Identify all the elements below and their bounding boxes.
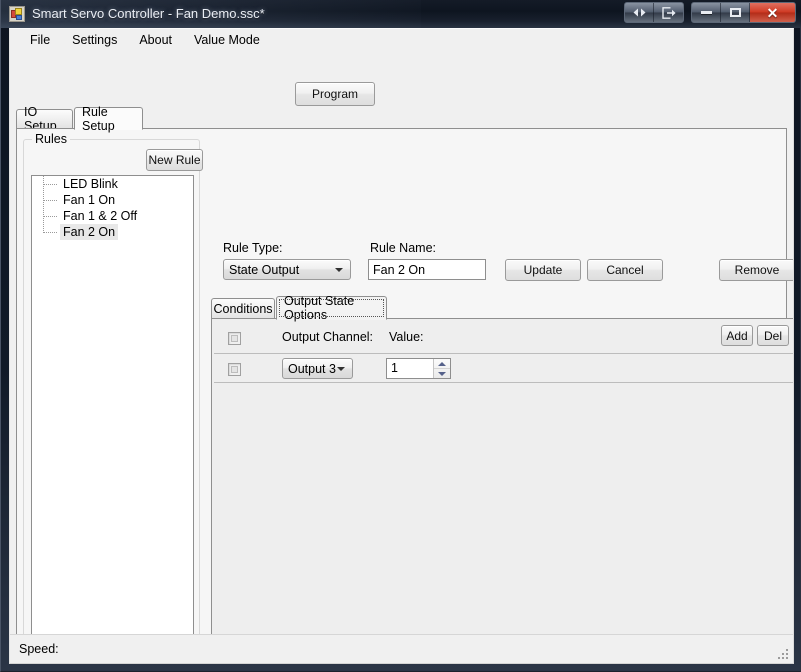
list-item[interactable]: Fan 1 & 2 Off [32, 208, 193, 224]
new-rule-button[interactable]: New Rule [146, 149, 203, 171]
main-tab-strip: IO Setup Rule Setup [16, 105, 787, 133]
window-controls-group: ✕ [691, 2, 796, 23]
list-item-selected[interactable]: Fan 2 On [32, 224, 193, 240]
resize-grip[interactable] [776, 647, 790, 661]
rule-name-input[interactable]: Fan 2 On [368, 259, 486, 280]
rule-detail-tab-strip: Conditions Output State Options [211, 294, 793, 322]
grid-header-row: Output Channel: Value: [214, 323, 793, 353]
program-button[interactable]: Program [295, 82, 375, 106]
tree-item-label: Fan 2 On [60, 224, 119, 240]
column-header-output-channel: Output Channel: [282, 330, 374, 344]
exit-window-icon[interactable] [654, 3, 683, 22]
output-channel-select[interactable]: Output 3 [282, 358, 353, 379]
value-stepper-value: 1 [391, 361, 398, 375]
menu-item-value-mode[interactable]: Value Mode [183, 30, 271, 50]
rule-name-label: Rule Name: [370, 241, 436, 255]
select-all-checkbox[interactable] [228, 332, 241, 345]
rules-group-label: Rules [32, 132, 70, 146]
close-icon[interactable]: ✕ [750, 3, 795, 22]
status-bar: Speed: [10, 634, 793, 663]
rule-type-value: State Output [229, 262, 300, 277]
row-select-checkbox[interactable] [228, 363, 241, 376]
resize-arrows-icon[interactable] [625, 3, 654, 22]
client-area: File Settings About Value Mode Program I… [9, 28, 794, 664]
application-window: Smart Servo Controller - Fan Demo.ssc* ✕… [0, 0, 801, 672]
menu-item-about[interactable]: About [128, 30, 183, 50]
output-state-options-tab-page: Add Del Output Channel: Value: Output 3 … [211, 318, 793, 663]
title-bar[interactable]: Smart Servo Controller - Fan Demo.ssc* ✕ [1, 0, 801, 28]
menu-item-file[interactable]: File [19, 30, 61, 50]
maximize-icon[interactable] [721, 3, 750, 22]
tab-io-setup[interactable]: IO Setup [16, 105, 73, 133]
column-header-value: Value: [389, 330, 424, 344]
list-item[interactable]: Fan 1 On [32, 192, 193, 208]
chevron-down-icon [335, 267, 343, 272]
rule-name-value: Fan 2 On [373, 262, 426, 277]
menu-bar: File Settings About Value Mode [10, 29, 793, 51]
tab-conditions-label: Conditions [213, 301, 273, 316]
focus-rectangle [279, 299, 384, 317]
tree-item-label: Fan 1 On [63, 193, 116, 207]
rule-detail-tab-control: Conditions Output State Options Add Del [211, 294, 793, 663]
stepper-up-icon[interactable] [434, 359, 450, 369]
rules-group-box: Rules New Rule LED Blink Fan 1 On Fan 1 … [23, 132, 203, 649]
tab-conditions[interactable]: Conditions [211, 298, 275, 318]
rule-type-select[interactable]: State Output [223, 259, 351, 280]
list-item[interactable]: LED Blink [32, 176, 193, 192]
chevron-down-icon [337, 366, 345, 371]
remove-button[interactable]: Remove [719, 259, 793, 281]
table-row: Output 3 1 [214, 353, 793, 383]
main-tab-control: IO Setup Rule Setup Rules New Rule LED B… [16, 105, 793, 663]
rule-setup-tab-page: Rules New Rule LED Blink Fan 1 On Fan 1 … [16, 128, 793, 663]
value-stepper-buttons [433, 359, 450, 378]
stepper-down-icon[interactable] [434, 369, 450, 378]
menu-item-settings[interactable]: Settings [61, 30, 128, 50]
tree-item-label: LED Blink [63, 177, 118, 191]
update-button[interactable]: Update [505, 259, 581, 281]
cancel-button[interactable]: Cancel [587, 259, 663, 281]
status-speed-label: Speed: [19, 642, 59, 656]
value-stepper[interactable]: 1 [386, 358, 451, 379]
rule-type-label: Rule Type: [223, 241, 283, 255]
minimize-icon[interactable] [692, 3, 721, 22]
tree-item-label: Fan 1 & 2 Off [63, 209, 138, 223]
rules-tree-view[interactable]: LED Blink Fan 1 On Fan 1 & 2 Off Fan 2 O… [31, 175, 194, 641]
output-channel-value: Output 3 [288, 361, 336, 376]
app-window-icon [9, 6, 25, 22]
tab-rule-setup[interactable]: Rule Setup [74, 105, 143, 133]
tab-output-state-options[interactable]: Output State Options [276, 294, 387, 322]
window-title: Smart Servo Controller - Fan Demo.ssc* [32, 6, 265, 21]
vm-toolbar-group [624, 2, 684, 23]
